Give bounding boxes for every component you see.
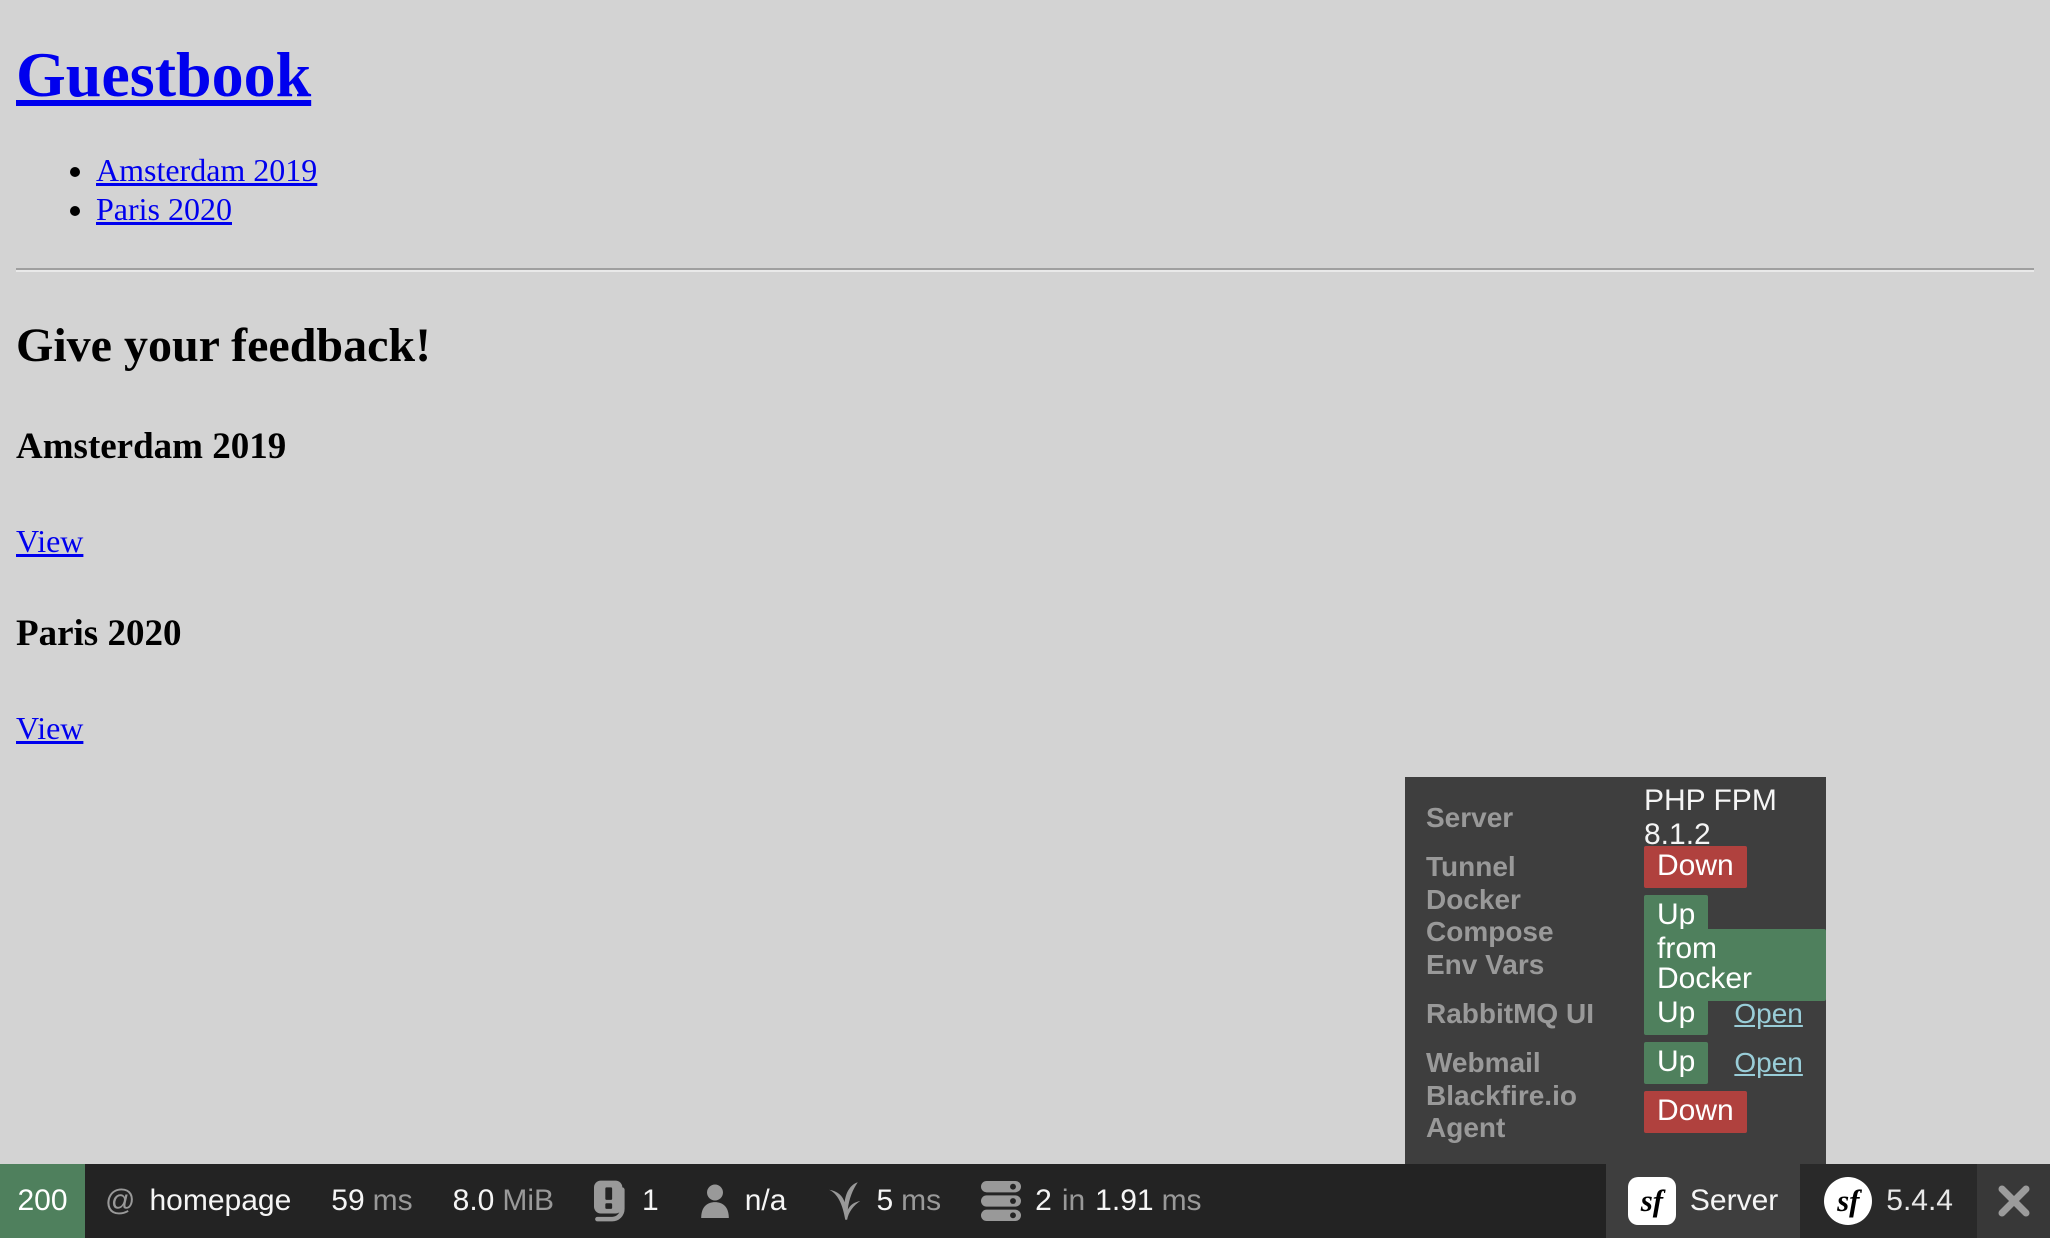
logs-count: 1 xyxy=(642,1184,659,1218)
view-link-paris-2020[interactable]: View xyxy=(16,710,83,746)
page-title: Guestbook xyxy=(16,38,2034,112)
person-icon xyxy=(699,1184,731,1218)
server-block-label: Server xyxy=(1690,1184,1778,1218)
toolbar-right-group: sf Server sf 5.4.4 xyxy=(1606,1164,2050,1238)
status-badge: Down xyxy=(1644,846,1747,888)
server-status-panel: Server PHP FPM 8.1.2 Tunnel Down Docker … xyxy=(1405,777,1826,1164)
server-toolbar-block[interactable]: sf Server xyxy=(1606,1164,1800,1238)
nav-link-paris-2020[interactable]: Paris 2020 xyxy=(96,191,232,227)
status-badge: Down xyxy=(1644,1091,1747,1133)
symfony-version-label: 5.4.4 xyxy=(1886,1184,1953,1218)
at-symbol: @ xyxy=(105,1184,135,1218)
twig-time-value: 5 xyxy=(876,1184,893,1218)
db-in-label: in xyxy=(1062,1184,1085,1218)
status-badge: Up xyxy=(1644,993,1708,1035)
panel-label: RabbitMQ UI xyxy=(1426,998,1644,1030)
symfony-server-logo-icon: sf xyxy=(1628,1177,1676,1225)
http-status-block[interactable]: 200 xyxy=(0,1164,85,1238)
request-time-value: 59 xyxy=(331,1184,364,1218)
panel-label: Webmail xyxy=(1426,1047,1644,1079)
memory-unit: MiB xyxy=(502,1184,554,1218)
database-icon xyxy=(981,1181,1021,1221)
status-badge: from Docker xyxy=(1644,929,1826,1001)
open-webmail-link[interactable]: Open xyxy=(1734,1047,1803,1079)
route-name: homepage xyxy=(149,1184,291,1218)
list-item: Amsterdam 2019 xyxy=(96,152,2034,189)
log-exclamation-icon xyxy=(594,1180,628,1222)
database-block[interactable]: 2 in 1.91 ms xyxy=(961,1164,1221,1238)
close-toolbar-button[interactable] xyxy=(1977,1164,2050,1238)
logs-block[interactable]: 1 xyxy=(574,1164,679,1238)
symfony-version-block[interactable]: sf 5.4.4 xyxy=(1800,1164,1977,1238)
security-block[interactable]: n/a xyxy=(679,1164,807,1238)
memory-block[interactable]: 8.0 MiB xyxy=(433,1164,574,1238)
page-content: Guestbook Amsterdam 2019 Paris 2020 Give… xyxy=(0,38,2050,747)
divider xyxy=(16,268,2034,272)
status-badge: Up xyxy=(1644,1042,1708,1084)
panel-label: Docker Compose xyxy=(1426,884,1644,948)
panel-label: Server xyxy=(1426,802,1644,834)
security-user: n/a xyxy=(745,1184,787,1218)
conference-nav: Amsterdam 2019 Paris 2020 xyxy=(16,152,2034,228)
server-version-value: PHP FPM 8.1.2 xyxy=(1644,784,1826,852)
conference-title-amsterdam-2019: Amsterdam 2019 xyxy=(16,425,2034,468)
http-status-code: 200 xyxy=(17,1184,67,1218)
close-icon xyxy=(1995,1182,2033,1220)
nav-link-amsterdam-2019[interactable]: Amsterdam 2019 xyxy=(96,152,317,188)
route-block[interactable]: @ homepage xyxy=(85,1164,311,1238)
symfony-debug-toolbar: 200 @ homepage 59 ms 8.0 MiB 1 n/a 5 ms xyxy=(0,1164,2050,1238)
db-time-unit: ms xyxy=(1162,1184,1202,1218)
view-paragraph: View xyxy=(16,523,2034,560)
twig-icon xyxy=(826,1181,862,1221)
panel-row-server: Server PHP FPM 8.1.2 xyxy=(1405,793,1826,842)
twig-time-unit: ms xyxy=(901,1184,941,1218)
conference-title-paris-2020: Paris 2020 xyxy=(16,612,2034,655)
twig-block[interactable]: 5 ms xyxy=(806,1164,961,1238)
panel-label: Blackfire.io Agent xyxy=(1426,1080,1644,1144)
memory-value: 8.0 xyxy=(453,1184,495,1218)
view-paragraph: View xyxy=(16,710,2034,747)
open-rabbitmq-link[interactable]: Open xyxy=(1734,998,1803,1030)
symfony-logo-icon: sf xyxy=(1824,1177,1872,1225)
view-link-amsterdam-2019[interactable]: View xyxy=(16,523,83,559)
db-query-count: 2 xyxy=(1035,1184,1052,1218)
db-time-value: 1.91 xyxy=(1095,1184,1153,1218)
panel-label: Tunnel xyxy=(1426,851,1644,883)
list-item: Paris 2020 xyxy=(96,191,2034,228)
panel-row-blackfire-agent: Blackfire.io Agent Down xyxy=(1405,1087,1826,1136)
panel-label: Env Vars xyxy=(1426,949,1644,981)
request-time-unit: ms xyxy=(373,1184,413,1218)
feedback-heading: Give your feedback! xyxy=(16,318,2034,373)
guestbook-home-link[interactable]: Guestbook xyxy=(16,39,311,110)
request-time-block[interactable]: 59 ms xyxy=(311,1164,432,1238)
